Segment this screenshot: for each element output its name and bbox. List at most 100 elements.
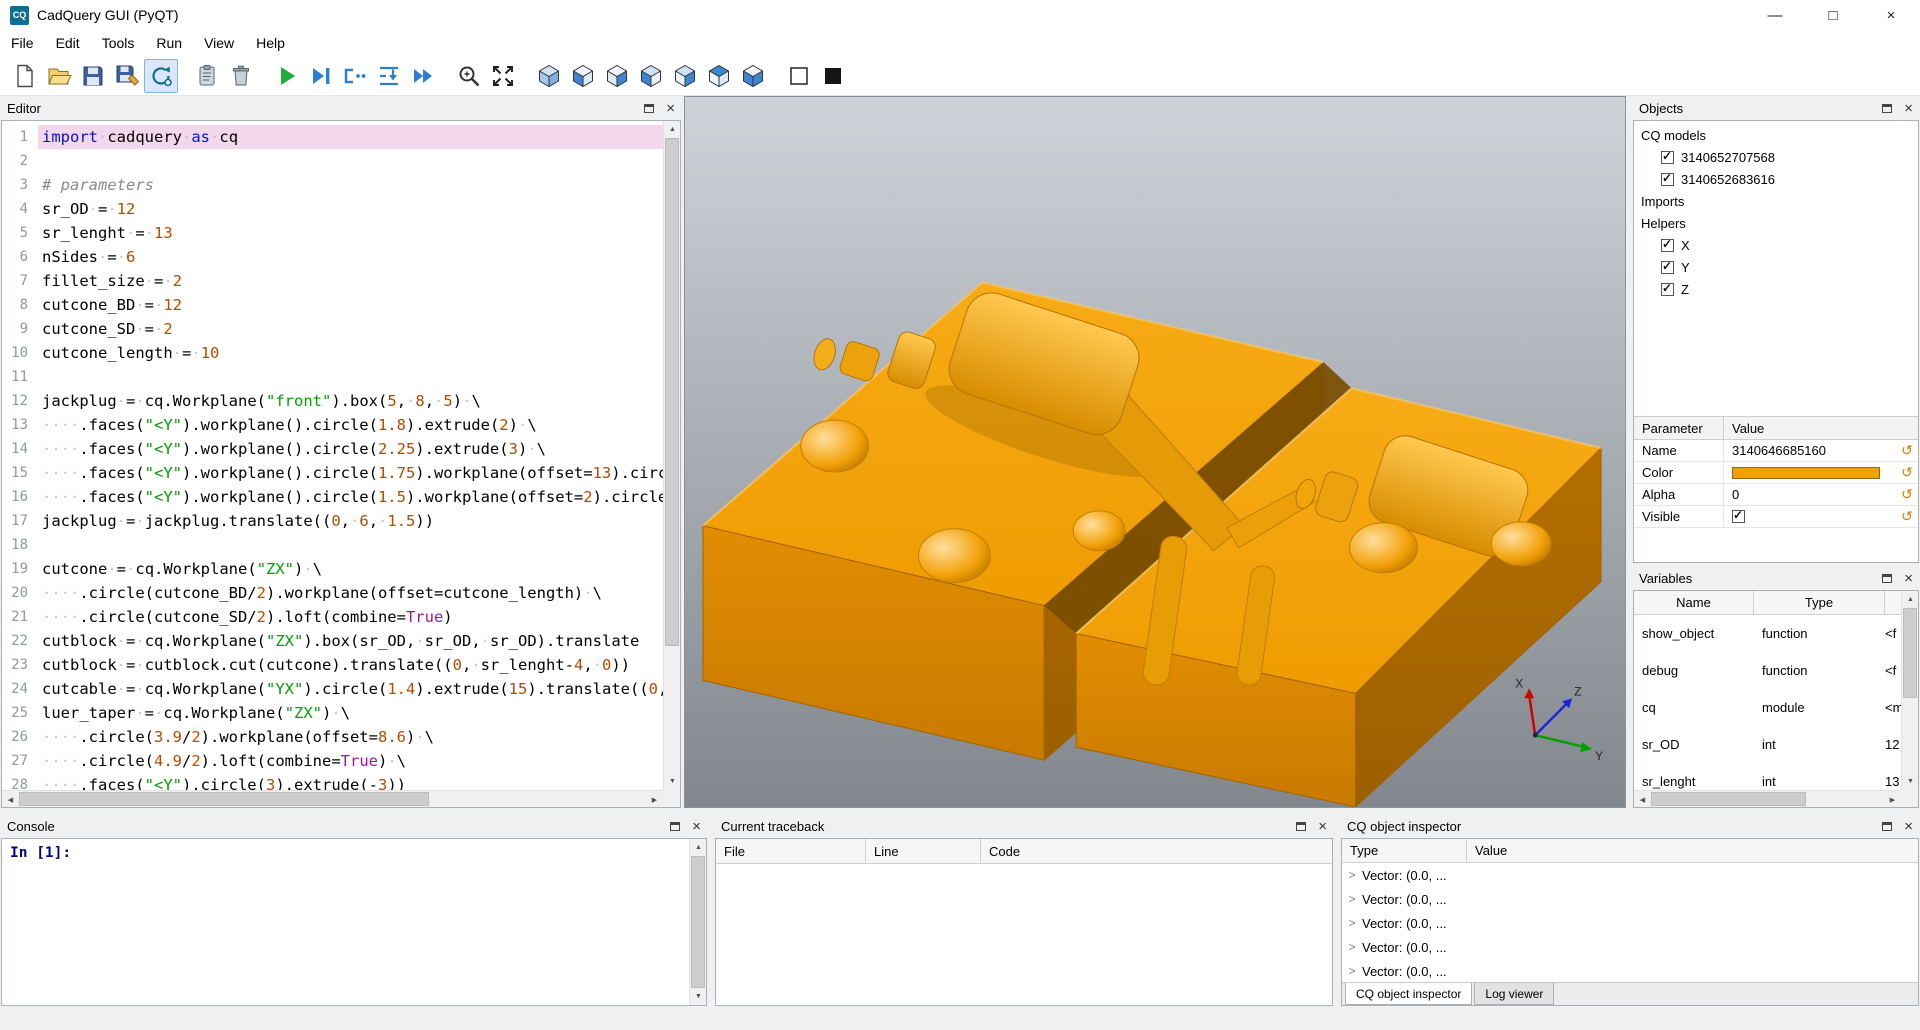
step-button[interactable] — [338, 59, 372, 93]
tab-log-viewer[interactable]: Log viewer — [1474, 983, 1554, 1005]
variables-header-type[interactable]: Type — [1754, 591, 1885, 614]
scroll-up-icon[interactable]: ▲ — [1902, 591, 1919, 608]
step-into-button[interactable] — [372, 59, 406, 93]
view-bottom-button[interactable] — [736, 59, 770, 93]
variable-row-debug[interactable]: debugfunction<f — [1634, 652, 1901, 689]
close-icon[interactable]: × — [1904, 101, 1913, 116]
viewport-3d[interactable]: X Z Y — [684, 96, 1626, 808]
prop-value[interactable] — [1724, 510, 1896, 523]
traceback-header-code[interactable]: Code — [981, 839, 1332, 863]
close-icon[interactable]: × — [1904, 571, 1913, 586]
traceback-header-file[interactable]: File — [716, 839, 866, 863]
reset-icon[interactable]: ↺ — [1899, 487, 1915, 503]
console-vertical-scrollbar[interactable]: ▲ ▼ — [689, 839, 706, 1005]
save-button[interactable] — [76, 59, 110, 93]
scrollbar-thumb[interactable] — [19, 792, 429, 806]
close-icon[interactable]: × — [1318, 819, 1327, 834]
code-line-13[interactable]: 13····.faces("<Y").workplane().circle(1.… — [2, 413, 663, 437]
code-line-6[interactable]: 6nSides·=·6 — [2, 245, 663, 269]
checkbox[interactable] — [1661, 239, 1674, 252]
chevron-right-icon[interactable]: > — [1342, 868, 1362, 882]
code-line-14[interactable]: 14····.faces("<Y").workplane().circle(2.… — [2, 437, 663, 461]
code-line-1[interactable]: 1import·cadquery·as·cq — [2, 125, 663, 149]
scroll-left-icon[interactable]: ◀ — [2, 791, 19, 808]
code-line-27[interactable]: 27····.circle(4.9/2).loft(combine=True)·… — [2, 749, 663, 773]
scroll-down-icon[interactable]: ▼ — [664, 773, 681, 790]
reset-icon[interactable]: ↺ — [1899, 443, 1915, 459]
scrollbar-thumb[interactable] — [1651, 792, 1806, 806]
editor-horizontal-scrollbar[interactable]: ◀ ▶ — [2, 790, 663, 807]
new-file-button[interactable] — [8, 59, 42, 93]
code-line-21[interactable]: 21····.circle(cutcone_SD/2).loft(combine… — [2, 605, 663, 629]
inspector-row-1[interactable]: >Vector: (0.0, ... — [1342, 863, 1918, 887]
float-icon[interactable] — [670, 822, 680, 831]
code-line-18[interactable]: 18 — [2, 533, 663, 557]
code-line-26[interactable]: 26····.circle(3.9/2).workplane(offset=8.… — [2, 725, 663, 749]
code-line-4[interactable]: 4sr_OD·=·12 — [2, 197, 663, 221]
tab-cq-object-inspector[interactable]: CQ object inspector — [1345, 983, 1472, 1005]
variables-vertical-scrollbar[interactable]: ▲ ▼ — [1901, 591, 1918, 790]
chevron-right-icon[interactable]: > — [1342, 892, 1362, 906]
viewport-canvas[interactable]: X Z Y — [685, 97, 1625, 807]
code-line-24[interactable]: 24cutcable·=·cq.Workplane("YX").circle(1… — [2, 677, 663, 701]
menu-view[interactable]: View — [193, 31, 245, 55]
code-line-22[interactable]: 22cutblock·=·cq.Workplane("ZX").box(sr_O… — [2, 629, 663, 653]
scroll-down-icon[interactable]: ▼ — [690, 988, 707, 1005]
view-right-button[interactable] — [668, 59, 702, 93]
menu-help[interactable]: Help — [245, 31, 296, 55]
inspector-row-5[interactable]: >Vector: (0.0, ... — [1342, 959, 1918, 982]
scrollbar-thumb[interactable] — [691, 856, 705, 988]
variable-row-cq[interactable]: cqmodule<m — [1634, 689, 1901, 726]
debug-button[interactable] — [304, 59, 338, 93]
chevron-right-icon[interactable]: > — [1342, 940, 1362, 954]
tree-item-imports[interactable]: Imports — [1634, 190, 1918, 212]
menu-file[interactable]: File — [0, 31, 45, 55]
code-line-23[interactable]: 23cutblock·=·cutblock.cut(cutcone).trans… — [2, 653, 663, 677]
scrollbar-thumb[interactable] — [665, 138, 679, 646]
tree-item-3140652683616[interactable]: 3140652683616 — [1634, 168, 1918, 190]
tree-item-3140652707568[interactable]: 3140652707568 — [1634, 146, 1918, 168]
code-line-3[interactable]: 3# parameters — [2, 173, 663, 197]
view-back-button[interactable] — [600, 59, 634, 93]
inspector-row-2[interactable]: >Vector: (0.0, ... — [1342, 887, 1918, 911]
inspector-row-3[interactable]: >Vector: (0.0, ... — [1342, 911, 1918, 935]
scrollbar-thumb[interactable] — [1903, 608, 1917, 698]
float-icon[interactable] — [1296, 822, 1306, 831]
scroll-up-icon[interactable]: ▲ — [690, 839, 707, 856]
inspector-row-4[interactable]: >Vector: (0.0, ... — [1342, 935, 1918, 959]
view-top-button[interactable] — [702, 59, 736, 93]
delete-button[interactable] — [224, 59, 258, 93]
console-prompt[interactable]: In [1]: — [2, 839, 689, 1005]
scroll-right-icon[interactable]: ▶ — [646, 791, 663, 808]
code-line-20[interactable]: 20····.circle(cutcone_BD/2).workplane(of… — [2, 581, 663, 605]
variable-row-sr_lenght[interactable]: sr_lenghtint13 — [1634, 763, 1901, 790]
code-line-8[interactable]: 8cutcone_BD·=·12 — [2, 293, 663, 317]
variable-row-sr_OD[interactable]: sr_ODint12 — [1634, 726, 1901, 763]
variables-horizontal-scrollbar[interactable]: ◀ ▶ — [1634, 790, 1901, 807]
search-button[interactable] — [452, 59, 486, 93]
traceback-header-line[interactable]: Line — [866, 839, 981, 863]
code-line-10[interactable]: 10cutcone_length·=·10 — [2, 341, 663, 365]
minimize-button[interactable]: — — [1746, 0, 1804, 30]
float-icon[interactable] — [1882, 104, 1892, 113]
wireframe-button[interactable] — [782, 59, 816, 93]
prop-value[interactable]: 0 — [1724, 487, 1896, 502]
editor-vertical-scrollbar[interactable]: ▲ ▼ — [663, 121, 680, 790]
prop-value[interactable]: 3140646685160 — [1724, 443, 1896, 458]
menu-tools[interactable]: Tools — [91, 31, 146, 55]
close-icon[interactable]: × — [1904, 819, 1913, 834]
view-front-button[interactable] — [566, 59, 600, 93]
chevron-right-icon[interactable]: > — [1342, 964, 1362, 978]
paste-button[interactable] — [190, 59, 224, 93]
reset-icon[interactable]: ↺ — [1899, 509, 1915, 525]
inspector-header-value[interactable]: Value — [1467, 839, 1918, 862]
variable-row-show_object[interactable]: show_objectfunction<f — [1634, 615, 1901, 652]
inspector-header-type[interactable]: Type — [1342, 839, 1467, 862]
float-icon[interactable] — [644, 104, 654, 113]
tree-item-z[interactable]: Z — [1634, 278, 1918, 300]
variables-header-name[interactable]: Name — [1634, 591, 1754, 614]
code-line-5[interactable]: 5sr_lenght·=·13 — [2, 221, 663, 245]
tree-item-x[interactable]: X — [1634, 234, 1918, 256]
float-icon[interactable] — [1882, 574, 1892, 583]
code-line-7[interactable]: 7fillet_size·=·2 — [2, 269, 663, 293]
